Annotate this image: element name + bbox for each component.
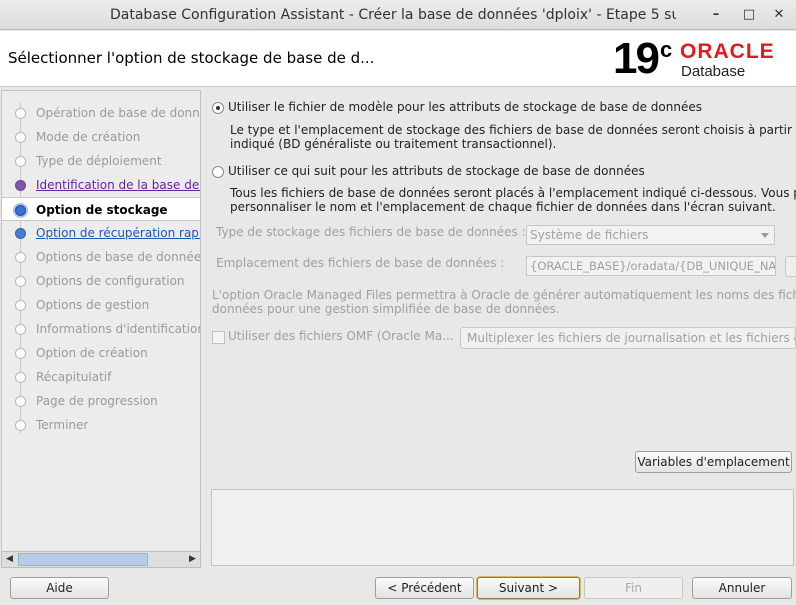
nav-step[interactable]: Option de stockage (2, 197, 200, 221)
storage-options-panel: Utiliser le fichier de modèle pour les a… (204, 90, 796, 568)
storage-type-value: Système de fichiers (530, 228, 649, 242)
template-storage-radio[interactable] (212, 102, 224, 114)
nav-step: Options de gestion (2, 293, 200, 317)
step-indicator-icon (15, 180, 26, 191)
next-button[interactable]: Suivant > (477, 577, 580, 599)
custom-storage-radio[interactable] (212, 166, 224, 178)
omf-info-line-2: données pour une gestion simplifiée de b… (212, 302, 560, 316)
step-indicator-icon (15, 156, 26, 167)
template-storage-desc-2: indiqué (BD généraliste ou traitement tr… (230, 137, 557, 151)
custom-storage-desc-2: personnaliser le nom et l'emplacement de… (230, 200, 776, 214)
nav-step-label: Terminer (36, 418, 89, 432)
oracle-brand-logo: ORACLE (680, 40, 775, 63)
oracle-product-label: Database (681, 63, 746, 80)
step-indicator-icon (15, 396, 26, 407)
nav-step: Informations d'identification u (2, 317, 201, 341)
file-location-input[interactable]: {ORACLE_BASE}/oradata/{DB_UNIQUE_NAM (526, 256, 776, 276)
nav-step: Mode de création (2, 125, 200, 149)
page-header: Sélectionner l'option de stockage de bas… (0, 31, 796, 87)
step-indicator-icon (15, 276, 26, 287)
previous-button[interactable]: < Précédent (375, 577, 474, 599)
step-indicator-icon (15, 252, 26, 263)
cancel-button[interactable]: Annuler (692, 577, 792, 599)
help-button[interactable]: Aide (10, 577, 109, 599)
window-titlebar: Database Configuration Assistant - Créer… (0, 0, 796, 30)
nav-step: Type de déploiement (2, 149, 200, 173)
nav-step: Opération de base de donné (2, 101, 201, 125)
close-button[interactable]: ✕ (767, 4, 791, 26)
nav-step-label: Page de progression (36, 394, 158, 408)
nav-step-label: Récapitulatif (36, 370, 112, 384)
nav-step-label: Mode de création (36, 130, 141, 144)
scroll-right-icon[interactable]: ▶ (186, 553, 199, 566)
nav-step: Options de base de données (2, 245, 201, 269)
nav-step-label: Options de base de données (36, 250, 201, 264)
step-indicator-icon (15, 205, 26, 216)
omf-info-line-1: L'option Oracle Managed Files permettra … (212, 288, 796, 302)
nav-step: Page de progression (2, 389, 200, 413)
nav-step-label: Option de stockage (36, 203, 168, 217)
nav-step[interactable]: Option de récupération rapid (2, 221, 201, 245)
maximize-button[interactable]: □ (737, 4, 761, 26)
nav-step[interactable]: Identification de la base de d (2, 173, 201, 197)
nav-step: Option de création (2, 341, 200, 365)
step-indicator-icon (15, 348, 26, 359)
chevron-down-icon (761, 233, 769, 238)
template-storage-label[interactable]: Utiliser le fichier de modèle pour les a… (228, 100, 702, 114)
omf-checkbox-label[interactable]: Utiliser des fichiers OMF (Oracle Ma... (228, 329, 454, 343)
scroll-left-icon[interactable]: ◀ (3, 553, 16, 566)
step-indicator-icon (15, 324, 26, 335)
minimize-button[interactable]: – (704, 4, 728, 26)
steps-navigation: Opération de base de donné Mode de créati… (1, 90, 201, 568)
nav-step: Options de configuration (2, 269, 200, 293)
page-title: Sélectionner l'option de stockage de bas… (8, 49, 375, 67)
browse-location-button[interactable] (785, 256, 796, 277)
nav-step-label: Options de gestion (36, 298, 150, 312)
storage-type-label: Type de stockage des fichiers de base de… (216, 225, 526, 239)
window-title: Database Configuration Assistant - Créer… (110, 7, 676, 23)
custom-storage-desc-1: Tous les fichiers de base de données ser… (230, 186, 796, 200)
storage-type-select[interactable]: Système de fichiers (526, 225, 775, 245)
nav-step-label: Option de création (36, 346, 148, 360)
nav-step-label: Informations d'identification u (36, 322, 201, 336)
messages-area (211, 489, 794, 566)
nav-step-label: Type de déploiement (36, 154, 162, 168)
finish-button[interactable]: Fin (584, 577, 683, 599)
custom-storage-label[interactable]: Utiliser ce qui suit pour les attributs … (228, 164, 645, 178)
oracle-version-suffix: c (660, 37, 673, 62)
step-indicator-icon (15, 372, 26, 383)
omf-checkbox[interactable] (212, 331, 225, 344)
nav-step: Récapitulatif (2, 365, 200, 389)
nav-step-label: Opération de base de donné (36, 106, 201, 120)
nav-step-label: Identification de la base de d (36, 178, 201, 192)
step-indicator-icon (15, 108, 26, 119)
nav-step-label: Option de récupération rapid (36, 226, 201, 240)
step-indicator-icon (15, 132, 26, 143)
file-location-label: Emplacement des fichiers de base de donn… (216, 256, 505, 270)
nav-step-label: Options de configuration (36, 274, 185, 288)
template-storage-desc-1: Le type et l'emplacement de stockage des… (230, 123, 796, 137)
scrollbar-thumb[interactable] (18, 553, 148, 566)
location-variables-button[interactable]: Variables d'emplacement (635, 451, 792, 473)
multiplex-redo-logs-button[interactable]: Multiplexer les fichiers de journalisati… (460, 327, 796, 349)
nav-step: Terminer (2, 413, 200, 437)
oracle-version-logo: 19 (613, 34, 660, 83)
nav-horizontal-scrollbar[interactable]: ◀ ▶ (1, 551, 201, 568)
step-indicator-icon (15, 228, 26, 239)
step-indicator-icon (15, 300, 26, 311)
step-indicator-icon (15, 420, 26, 431)
